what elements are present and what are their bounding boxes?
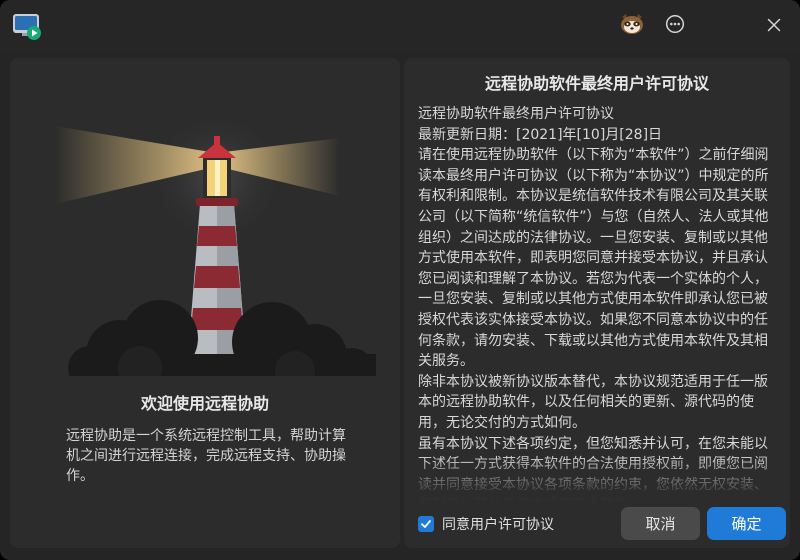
license-window: 欢迎使用远程协助 远程协助是一个系统远程控制工具，帮助计算机之间进行远程连接，完… [0,0,800,560]
remote-assist-monitor-icon [12,11,42,41]
agree-checkbox-row[interactable]: 同意用户许可协议 [418,514,554,534]
license-paragraph: 请在使用远程协助软件（以下称为“本软件”）之前仔细阅读本最终用户许可协议（以下称… [418,147,769,370]
agree-label: 同意用户许可协议 [442,517,554,533]
license-paragraph: 除非本协议被新协议版本替代，本协议规范适用于任一版本的远程协助软件，以及任何相关… [418,373,768,431]
close-icon [767,17,781,36]
more-options-icon [665,14,685,38]
user-avatar-button[interactable] [616,10,648,42]
close-button[interactable] [758,10,790,42]
welcome-title: 欢迎使用远程协助 [140,394,269,413]
license-panel: 远程协助软件最终用户许可协议 远程协助软件最终用户许可协议 最新更新日期：[20… [404,58,790,548]
welcome-description: 远程协助是一个系统远程控制工具，帮助计算机之间进行远程连接，完成远程支持、协助操… [66,428,346,484]
license-paragraph: 最新更新日期：[2021]年[10]月[28]日 [418,126,663,143]
license-title: 远程协助软件最终用户许可协议 [484,74,709,93]
lighthouse-icon [55,108,376,392]
raccoon-avatar-icon [619,13,645,39]
more-options-button[interactable] [659,10,691,42]
checkmark-icon [421,520,431,528]
license-text-area[interactable]: 远程协助软件最终用户许可协议 最新更新日期：[2021]年[10]月[28]日 … [418,104,772,502]
license-paragraph: 远程协助软件最终用户许可协议 [418,106,614,122]
confirm-button[interactable]: 确定 [707,507,786,540]
titlebar [0,0,800,52]
text-fade-overlay [404,454,790,502]
lighthouse-illustration [10,86,400,392]
agree-checkbox[interactable] [418,516,434,532]
cancel-button[interactable]: 取消 [621,507,700,540]
welcome-panel: 欢迎使用远程协助 远程协助是一个系统远程控制工具，帮助计算机之间进行远程连接，完… [10,58,400,548]
